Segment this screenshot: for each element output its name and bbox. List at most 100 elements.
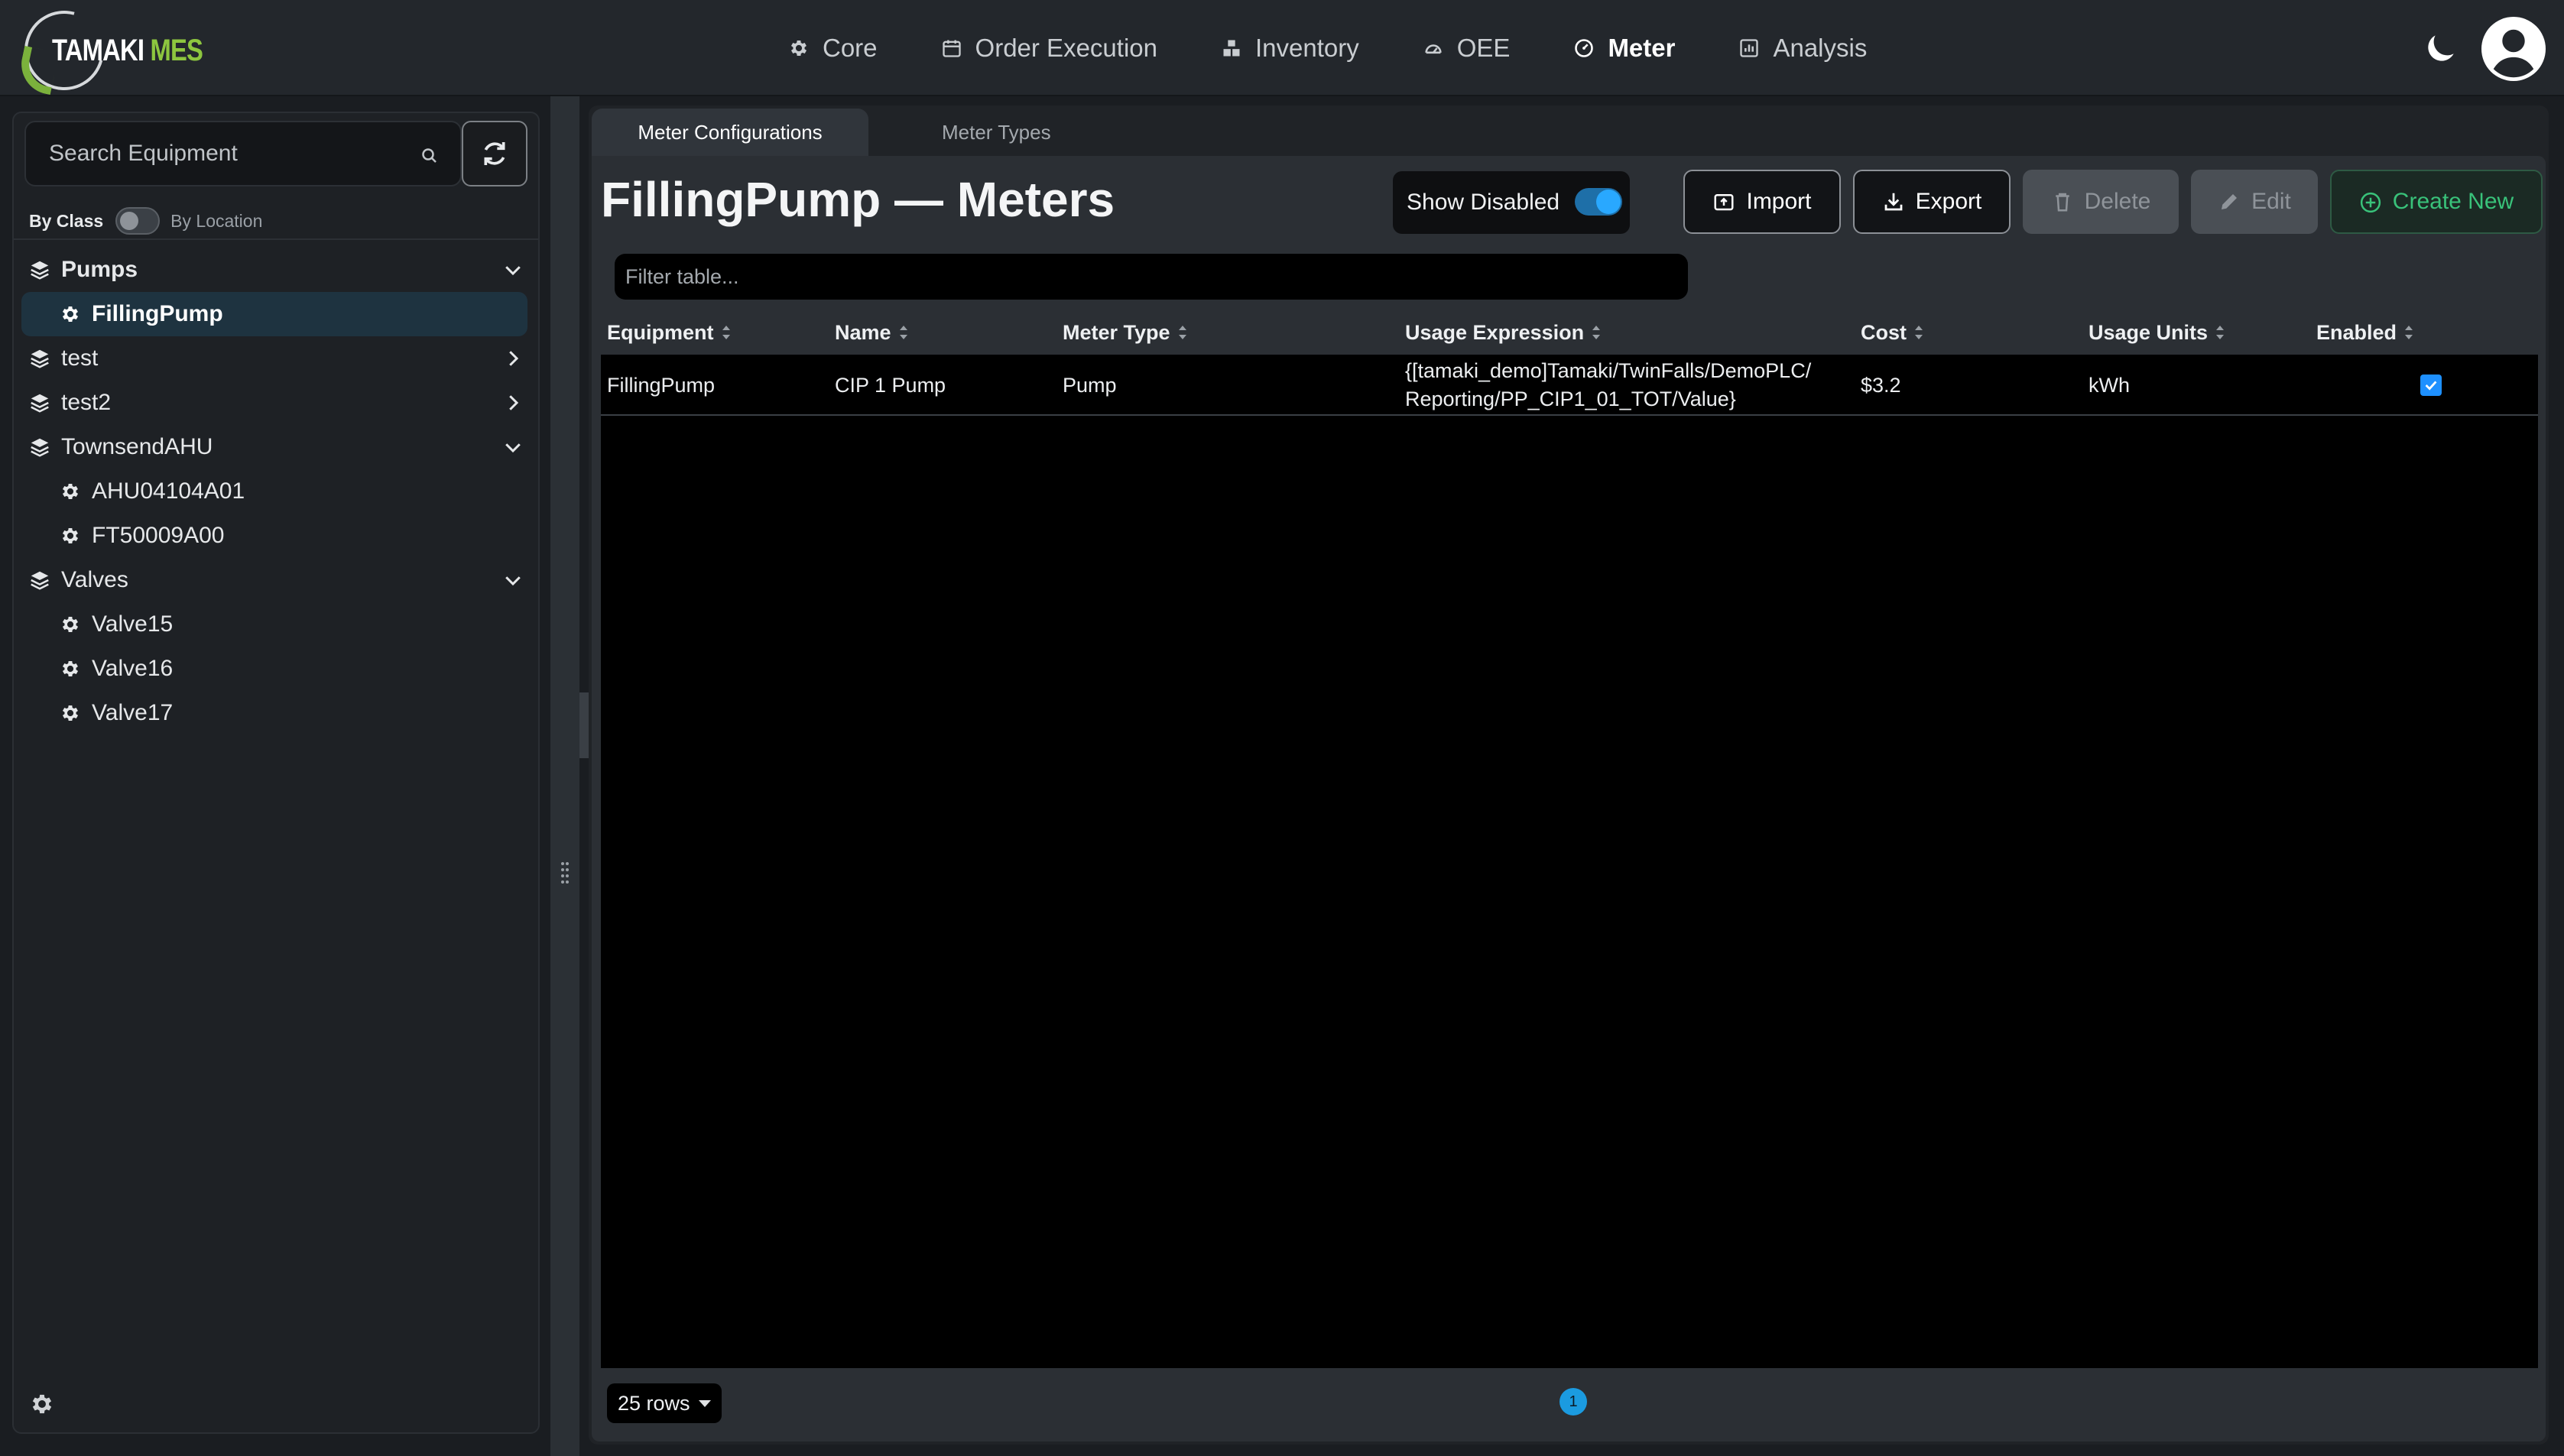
chevron-down-icon[interactable] bbox=[501, 569, 524, 592]
by-location-label: By Location bbox=[170, 210, 263, 231]
tree-label: Pumps bbox=[61, 257, 138, 282]
nav-analysis[interactable]: Analysis bbox=[1738, 34, 1867, 63]
tree-group-townsendahu[interactable]: TownsendAHU bbox=[14, 425, 538, 469]
show-disabled-toggle[interactable] bbox=[1575, 188, 1622, 216]
layers-icon bbox=[28, 346, 52, 371]
col-label: Enabled bbox=[2316, 320, 2397, 344]
nav-meter[interactable]: Meter bbox=[1572, 34, 1675, 63]
col-meter-type[interactable]: Meter Type bbox=[1063, 310, 1189, 355]
table-filter-bar bbox=[601, 240, 2538, 310]
equipment-sidebar: By Class By Location Pumps FillingPump t… bbox=[12, 112, 540, 1434]
import-button[interactable]: Import bbox=[1683, 170, 1841, 234]
col-label: Name bbox=[835, 320, 891, 344]
nav-inventory-label: Inventory bbox=[1254, 34, 1359, 62]
dark-mode-toggle-icon[interactable] bbox=[2422, 29, 2460, 67]
chevron-right-icon[interactable] bbox=[501, 391, 524, 414]
nav-core[interactable]: Core bbox=[787, 34, 878, 63]
cell-usage-expression: {[tamaki_demo]Tamaki/TwinFalls/DemoPLC/ … bbox=[1405, 355, 1811, 416]
tree-item-ft50009a00[interactable]: FT50009A00 bbox=[14, 514, 538, 558]
sidebar-divider bbox=[14, 238, 538, 240]
nav-core-label: Core bbox=[823, 34, 878, 62]
tree-item-fillingpump[interactable]: FillingPump bbox=[21, 292, 527, 336]
tree-label: Valve15 bbox=[92, 611, 174, 637]
sort-icon bbox=[1177, 323, 1189, 342]
tab-meter-types[interactable]: Meter Types bbox=[873, 109, 1120, 156]
boxes-icon bbox=[1220, 37, 1243, 60]
col-label: Equipment bbox=[607, 320, 714, 344]
nav-order-execution[interactable]: Order Execution bbox=[940, 34, 1157, 63]
create-new-button[interactable]: Create New bbox=[2330, 170, 2543, 234]
tree-item-valve17[interactable]: Valve17 bbox=[14, 691, 538, 735]
delete-button[interactable]: Delete bbox=[2023, 170, 2179, 234]
cell-cost: $3.2 bbox=[1861, 373, 1901, 397]
col-usage-units[interactable]: Usage Units bbox=[2089, 310, 2226, 355]
sort-icon bbox=[2403, 323, 2415, 342]
tree-group-valves[interactable]: Valves bbox=[14, 558, 538, 602]
meter-icon bbox=[1572, 37, 1595, 60]
tree-item-ahu04104a01[interactable]: AHU04104A01 bbox=[14, 469, 538, 514]
layers-icon bbox=[28, 258, 52, 282]
nav-inventory[interactable]: Inventory bbox=[1220, 34, 1359, 63]
col-enabled[interactable]: Enabled bbox=[2316, 310, 2415, 355]
gear-icon bbox=[58, 302, 83, 326]
rows-per-page-select[interactable]: 25 rows bbox=[607, 1383, 722, 1423]
by-class-label: By Class bbox=[29, 210, 104, 231]
col-usage-expression[interactable]: Usage Expression bbox=[1405, 310, 1602, 355]
expression-line: {[tamaki_demo]Tamaki/TwinFalls/DemoPLC/ bbox=[1405, 359, 1812, 382]
table-row[interactable]: FillingPump CIP 1 Pump Pump {[tamaki_dem… bbox=[601, 355, 2538, 416]
gear-icon bbox=[58, 479, 83, 504]
chevron-down-icon[interactable] bbox=[501, 258, 524, 281]
chevron-down-icon[interactable] bbox=[501, 436, 524, 459]
tree-item-valve16[interactable]: Valve16 bbox=[14, 647, 538, 691]
tree-label: AHU04104A01 bbox=[92, 478, 245, 504]
checkmark-icon bbox=[2425, 381, 2437, 391]
nav-oee[interactable]: OEE bbox=[1422, 34, 1510, 63]
trash-icon bbox=[2051, 190, 2074, 213]
gear-icon bbox=[58, 524, 83, 548]
layers-icon bbox=[28, 391, 52, 415]
export-button[interactable]: Export bbox=[1853, 170, 2011, 234]
edit-button[interactable]: Edit bbox=[2191, 170, 2318, 234]
user-avatar-icon[interactable] bbox=[2481, 17, 2546, 81]
search-icon[interactable] bbox=[420, 147, 439, 165]
page-1-button[interactable]: 1 bbox=[1559, 1388, 1587, 1415]
gear-icon bbox=[787, 37, 810, 60]
tree-group-test2[interactable]: test2 bbox=[14, 381, 538, 425]
refresh-button[interactable] bbox=[462, 121, 527, 186]
col-equipment[interactable]: Equipment bbox=[607, 310, 732, 355]
enabled-checkbox[interactable] bbox=[2420, 375, 2442, 396]
col-label: Usage Expression bbox=[1405, 320, 1585, 344]
filter-table-input[interactable] bbox=[625, 264, 1665, 289]
gear-icon bbox=[58, 612, 83, 637]
col-name[interactable]: Name bbox=[835, 310, 910, 355]
tree-group-pumps[interactable]: Pumps bbox=[14, 248, 538, 292]
expression-line: Reporting/PP_CIP1_01_TOT/Value} bbox=[1405, 388, 1736, 410]
page-title: FillingPump — Meters bbox=[601, 172, 1115, 227]
chart-icon bbox=[1738, 37, 1761, 60]
logo-text: TAMAKI MES bbox=[52, 34, 203, 68]
logo-text-mes: MES bbox=[150, 34, 203, 67]
tree-item-valve15[interactable]: Valve15 bbox=[14, 602, 538, 647]
class-location-toggle[interactable] bbox=[115, 207, 161, 235]
meters-table: Equipment Name Meter Type Usage Expressi… bbox=[601, 240, 2538, 1432]
col-label: Cost bbox=[1861, 320, 1907, 344]
layers-icon bbox=[28, 435, 52, 459]
tree-label: test bbox=[61, 345, 99, 371]
equipment-search bbox=[24, 121, 462, 186]
drag-handle-icon[interactable] bbox=[560, 861, 570, 887]
show-disabled-label: Show Disabled bbox=[1407, 190, 1560, 215]
gear-icon bbox=[58, 657, 83, 681]
tab-meter-configurations[interactable]: Meter Configurations bbox=[592, 109, 868, 156]
calendar-icon bbox=[940, 37, 963, 60]
table-header: Equipment Name Meter Type Usage Expressi… bbox=[601, 310, 2538, 355]
tree-group-test[interactable]: test bbox=[14, 336, 538, 381]
main-nav: Core Order Execution Inventory OEE Meter bbox=[787, 0, 1929, 96]
upload-icon bbox=[1712, 190, 1735, 213]
settings-gear-icon[interactable] bbox=[29, 1391, 55, 1417]
panel-splitter[interactable] bbox=[550, 96, 579, 1456]
tamaki-mes-logo[interactable]: TAMAKI MES bbox=[9, 0, 219, 105]
chevron-right-icon[interactable] bbox=[501, 347, 524, 370]
search-equipment-input[interactable] bbox=[49, 141, 401, 167]
main-content: Meter Configurations Meter Types Filling… bbox=[589, 105, 2549, 1445]
col-cost[interactable]: Cost bbox=[1861, 310, 1925, 355]
